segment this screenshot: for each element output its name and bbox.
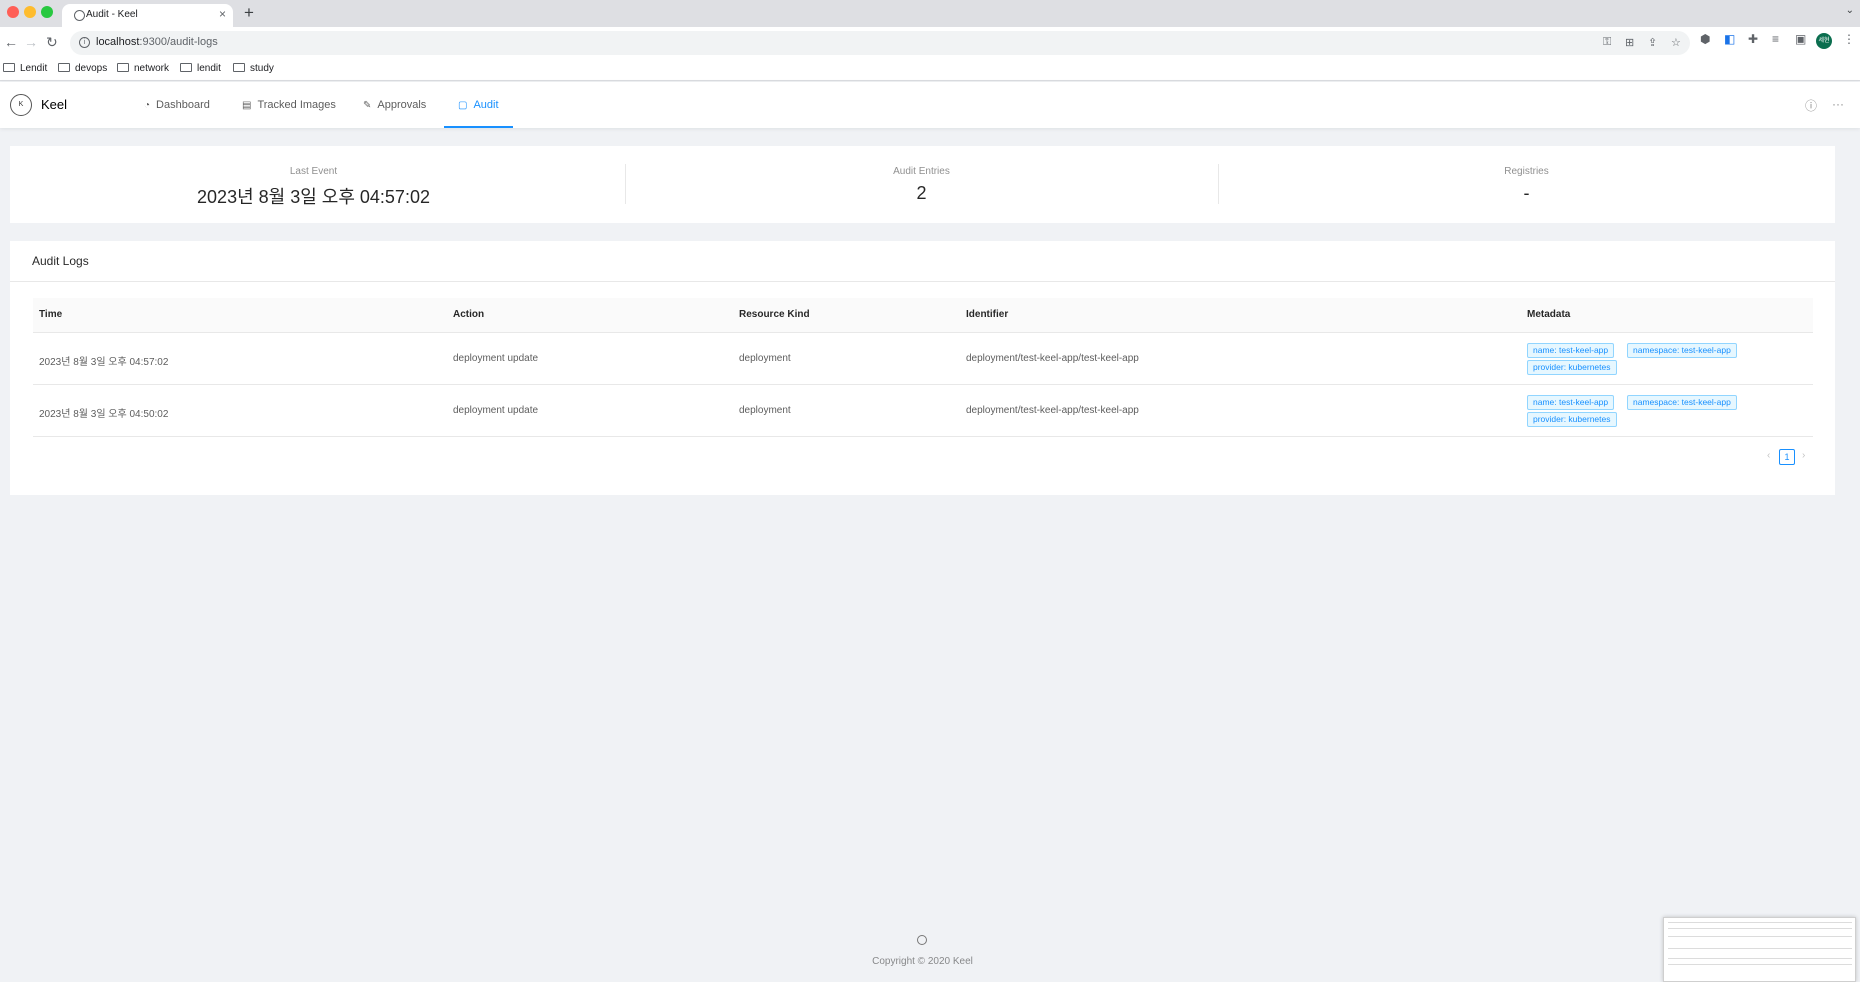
tab-search-icon[interactable]: ⌄: [1846, 5, 1854, 16]
more-icon[interactable]: ···: [1832, 97, 1844, 111]
metadata-tag: namespace: test-keel-app: [1627, 343, 1737, 358]
back-button[interactable]: ←: [4, 34, 18, 50]
browser-tab-active[interactable]: Audit - Keel ×: [62, 4, 233, 27]
cell-resource-kind: deployment: [739, 353, 791, 364]
cell-identifier: deployment/test-keel-app/test-keel-app: [966, 405, 1139, 416]
pagination-next-button[interactable]: ›: [1802, 450, 1805, 461]
browser-tab-bar: Audit - Keel × + ⌄: [0, 0, 1860, 27]
stat-value: 2023년 8월 3일 오후 04:57:02: [197, 187, 430, 207]
address-bar[interactable]: i localhost:9300/audit-logs ⚿ ⊞ ⇪ ☆: [70, 31, 1690, 55]
nav-dashboard[interactable]: ◔ Dashboard: [144, 82, 210, 128]
folder-icon: [233, 63, 245, 72]
reload-button[interactable]: ↻: [46, 34, 58, 50]
edit-icon: ✎: [363, 100, 372, 111]
bookmark-lendit-2[interactable]: lendit: [180, 63, 221, 74]
pagination-prev-button[interactable]: ‹: [1767, 450, 1770, 461]
maximize-window-button[interactable]: [41, 6, 53, 18]
cell-time: 2023년 8월 3일 오후 04:57:02: [39, 357, 169, 368]
image-icon: ▤: [242, 100, 252, 111]
table-row[interactable]: 2023년 8월 3일 오후 04:50:02 deployment updat…: [33, 385, 1813, 437]
metadata-tag: name: test-keel-app: [1527, 395, 1615, 410]
stat-last-event: Last Event 2023년 8월 3일 오후 04:57:02: [10, 146, 617, 223]
key-icon[interactable]: ⚿: [1603, 36, 1611, 49]
column-header-identifier[interactable]: Identifier: [966, 309, 1008, 320]
column-header-time[interactable]: Time: [39, 309, 62, 320]
folder-icon: [117, 63, 129, 72]
cell-action: deployment update: [453, 353, 539, 364]
translate-icon[interactable]: ⊞: [1625, 36, 1634, 49]
table-header: Time Action Resource Kind Identifier Met…: [33, 298, 1813, 333]
side-panel-icon[interactable]: ▣: [1795, 32, 1806, 46]
bookmarks-bar: Lendit devops network lendit study: [0, 59, 1860, 81]
column-header-resource-kind[interactable]: Resource Kind: [739, 309, 810, 320]
forward-button[interactable]: →: [24, 34, 38, 50]
column-header-metadata[interactable]: Metadata: [1527, 309, 1570, 320]
folder-icon: [180, 63, 192, 72]
github-icon[interactable]: [917, 935, 927, 945]
file-icon: ▢: [458, 100, 468, 111]
dashboard-icon: ◔: [144, 100, 151, 111]
stat-label: Last Event: [289, 166, 338, 177]
bookmark-network[interactable]: network: [117, 63, 169, 74]
stat-audit-entries: Audit Entries 2: [625, 146, 1218, 223]
site-info-icon[interactable]: i: [79, 37, 90, 48]
stat-value: -: [1523, 183, 1530, 203]
nav-approvals[interactable]: ✎ Approvals: [363, 82, 426, 128]
bookmark-star-icon[interactable]: ☆: [1671, 36, 1681, 49]
metadata-tag: provider: kubernetes: [1527, 360, 1617, 375]
minimize-window-button[interactable]: [24, 6, 36, 18]
cell-action: deployment update: [453, 405, 539, 416]
metadata-tag: namespace: test-keel-app: [1627, 395, 1737, 410]
keel-logo-icon[interactable]: K: [10, 94, 32, 116]
stat-label: Registries: [1504, 166, 1549, 177]
metadata-tag: provider: kubernetes: [1527, 412, 1617, 427]
bookmark-lendit[interactable]: Lendit: [3, 63, 47, 74]
screenshot-thumbnail[interactable]: [1663, 917, 1856, 982]
url-text: localhost:9300/audit-logs: [96, 36, 218, 48]
tab-title: Audit - Keel: [86, 9, 138, 20]
stat-registries: Registries -: [1218, 146, 1835, 223]
cell-time: 2023년 8월 3일 오후 04:50:02: [39, 409, 169, 420]
stat-label: Audit Entries: [893, 166, 950, 177]
new-tab-button[interactable]: +: [244, 3, 254, 23]
share-icon[interactable]: ⇪: [1648, 36, 1657, 49]
more-menu-icon[interactable]: ⋮: [1843, 32, 1855, 46]
close-window-button[interactable]: [7, 6, 19, 18]
nav-tracked-images[interactable]: ▤ Tracked Images: [242, 82, 336, 128]
bookmark-study[interactable]: study: [233, 63, 274, 74]
browser-toolbar: ← → ↻ i localhost:9300/audit-logs ⚿ ⊞ ⇪ …: [0, 27, 1860, 59]
nav-audit[interactable]: ▢ Audit: [444, 82, 513, 128]
tab-close-button[interactable]: ×: [219, 7, 226, 21]
app-header: K Keel ◔ Dashboard ▤ Tracked Images ✎ Appro…: [0, 82, 1860, 128]
help-icon[interactable]: ⓘ: [1805, 97, 1817, 114]
table-row[interactable]: 2023년 8월 3일 오후 04:57:02 deployment updat…: [33, 333, 1813, 385]
column-header-action[interactable]: Action: [453, 309, 484, 320]
globe-icon: [74, 10, 85, 21]
stat-value: 2: [916, 183, 927, 203]
folder-icon: [3, 63, 15, 72]
cell-identifier: deployment/test-keel-app/test-keel-app: [966, 353, 1139, 364]
card-title: Audit Logs: [32, 254, 89, 268]
profile-avatar[interactable]: 세현: [1816, 33, 1832, 49]
stats-card: Last Event 2023년 8월 3일 오후 04:57:02 Audit…: [10, 146, 1835, 223]
extension-blue-icon[interactable]: ◧: [1724, 32, 1735, 46]
cell-resource-kind: deployment: [739, 405, 791, 416]
metadata-tag: name: test-keel-app: [1527, 343, 1615, 358]
divider: [10, 281, 1835, 282]
audit-logs-card: Audit Logs Time Action Resource Kind Ide…: [10, 241, 1835, 495]
bookmark-devops[interactable]: devops: [58, 63, 107, 74]
copyright-text: Copyright © 2020 Keel: [872, 956, 973, 967]
brand-name[interactable]: Keel: [41, 97, 67, 112]
puzzle-icon[interactable]: ✚: [1748, 32, 1758, 46]
pagination-page-1[interactable]: 1: [1779, 449, 1795, 465]
reading-list-icon[interactable]: ≡: [1772, 32, 1779, 46]
folder-icon: [58, 63, 70, 72]
extension-icon[interactable]: ⬢: [1700, 32, 1710, 46]
